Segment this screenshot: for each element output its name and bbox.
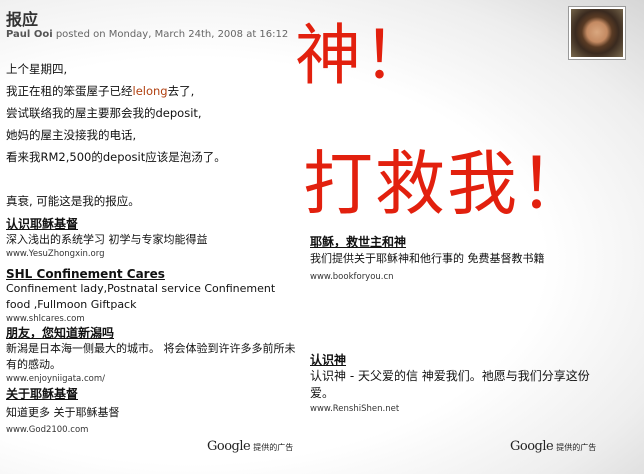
- post-title[interactable]: 报应: [6, 6, 38, 30]
- ad-url[interactable]: www.RenshiShen.net: [310, 404, 610, 414]
- body-line-5: 看来我RM2,500的deposit应该是泡汤了。: [6, 150, 226, 164]
- ad-title[interactable]: 认识神: [310, 351, 610, 368]
- body-line-2-tail: 去了,: [167, 84, 195, 98]
- ad-title[interactable]: 朋友，您知道新潟吗: [6, 324, 301, 341]
- post-meta: Paul Ooi posted on Monday, March 24th, 2…: [6, 29, 288, 40]
- ads-by-label: 提供的广告: [253, 443, 294, 452]
- body-line-blank: [6, 168, 306, 190]
- ad-url[interactable]: www.shlcares.com: [6, 314, 301, 324]
- google-logo: Google: [207, 439, 251, 454]
- author-avatar: [568, 6, 626, 60]
- ad-url[interactable]: www.YesuZhongxin.org: [6, 249, 296, 259]
- ad-title[interactable]: 耶稣，救世主和神: [310, 233, 610, 250]
- post-date: posted on Monday, March 24th, 2008 at 16…: [52, 29, 289, 40]
- ad-desc: 知道更多 关于耶稣基督: [6, 406, 120, 419]
- lelong-link[interactable]: lelong: [133, 84, 168, 98]
- ad-title[interactable]: 认识耶稣基督: [6, 215, 296, 232]
- ad-right-1[interactable]: 耶稣，救世主和神 我们提供关于耶稣神和他行事的 免费基督教书籍 www.book…: [310, 233, 610, 282]
- post-body: 上个星期四, 我正在租的笨蛋屋子已经lelong去了, 尝试联络我的屋主要那会我…: [6, 58, 306, 212]
- ad-desc: Confinement lady,Postnatal service Confi…: [6, 282, 276, 311]
- ad-desc: 深入浅出的系统学习 初学与专家均能得益: [6, 233, 208, 246]
- overlay-text-god: 神！: [295, 17, 431, 94]
- ad-desc: 我们提供关于耶稣神和他行事的 免费基督教书籍: [310, 252, 545, 265]
- body-line-2-head: 我正在租的笨蛋屋子已经: [6, 84, 133, 98]
- body-line-4: 她妈的屋主没接我的电话,: [6, 128, 137, 142]
- avatar-photo: [571, 9, 623, 57]
- body-line-3: 尝试联络我的屋主要那会我的deposit,: [6, 106, 202, 120]
- google-logo: Google: [510, 439, 554, 454]
- overlay-text-save-me: 打救我！: [303, 143, 591, 225]
- body-line-2: 我正在租的笨蛋屋子已经lelong去了,: [6, 80, 306, 102]
- ad-url[interactable]: www.God2100.com: [6, 425, 296, 435]
- ad-desc: 认识神 - 天父爱的信 神爱我们。祂愿与我们分享这份爱。: [310, 369, 590, 400]
- google-ads-label-right[interactable]: Google 提供的广告: [510, 439, 596, 454]
- ad-left-1[interactable]: 认识耶稣基督 深入浅出的系统学习 初学与专家均能得益 www.YesuZhong…: [6, 215, 296, 259]
- body-line-1: 上个星期四,: [6, 62, 68, 76]
- blog-post-screenshot: 报应 Paul Ooi posted on Monday, March 24th…: [0, 0, 644, 474]
- ad-url[interactable]: www.bookforyou.cn: [310, 272, 610, 282]
- ad-left-2[interactable]: SHL Confinement Cares Confinement lady,P…: [6, 267, 301, 324]
- ads-by-label: 提供的广告: [556, 443, 597, 452]
- ad-left-3[interactable]: 朋友，您知道新潟吗 新潟是日本海一侧最大的城市。 将会体验到许许多多前所未有的感…: [6, 324, 301, 384]
- post-author[interactable]: Paul Ooi: [6, 29, 53, 40]
- ad-right-2[interactable]: 认识神 认识神 - 天父爱的信 神爱我们。祂愿与我们分享这份爱。 www.Ren…: [310, 351, 610, 414]
- google-ads-label-left[interactable]: Google 提供的广告: [207, 439, 293, 454]
- body-line-7: 真衰, 可能这是我的报应。: [6, 194, 140, 208]
- ad-url[interactable]: www.enjoyniigata.com/: [6, 374, 301, 384]
- ad-left-4[interactable]: 关于耶稣基督 知道更多 关于耶稣基督 www.God2100.com: [6, 385, 296, 435]
- ad-title[interactable]: SHL Confinement Cares: [6, 267, 301, 281]
- ad-desc: 新潟是日本海一侧最大的城市。 将会体验到许许多多前所未有的感动。: [6, 342, 296, 371]
- ad-title[interactable]: 关于耶稣基督: [6, 385, 296, 402]
